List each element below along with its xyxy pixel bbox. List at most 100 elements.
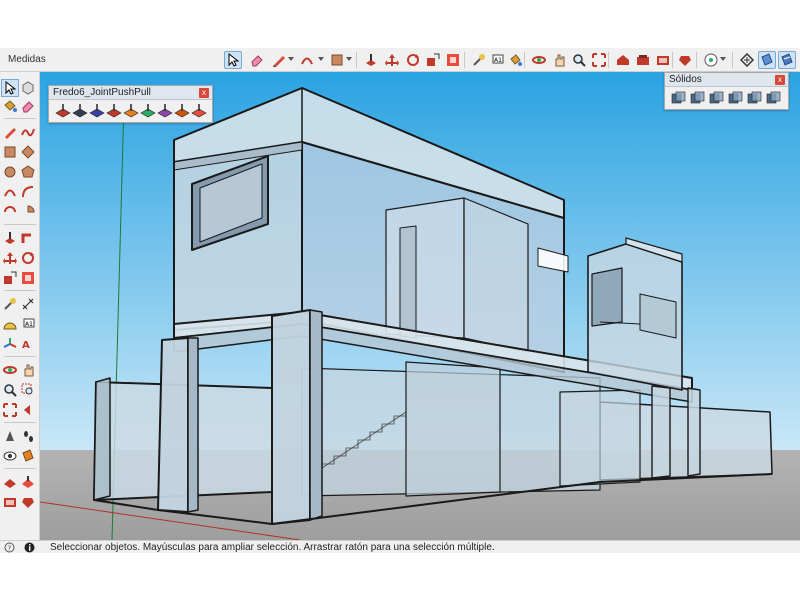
text-icon[interactable]: A1 — [20, 316, 36, 332]
measurements-label: Medidas — [8, 54, 46, 65]
trim-icon[interactable] — [747, 90, 763, 106]
polygon-icon[interactable] — [20, 164, 36, 180]
status-bar: ? Seleccionar objetos. Mayúsculas para a… — [0, 540, 800, 553]
extension-manager-icon[interactable] — [634, 51, 652, 69]
scale-icon[interactable] — [2, 270, 18, 286]
outer-shell-icon[interactable] — [671, 90, 687, 106]
close-icon[interactable]: x — [199, 88, 209, 98]
sandbox-a-icon[interactable] — [2, 474, 18, 490]
push-pull-icon[interactable] — [2, 230, 18, 246]
previous-view-icon[interactable] — [20, 402, 36, 418]
line-icon[interactable] — [2, 124, 18, 140]
svg-text:A1: A1 — [494, 57, 502, 64]
jpp-1-icon[interactable] — [72, 103, 88, 119]
push-pull-icon[interactable] — [362, 51, 380, 69]
chevron-down-icon[interactable] — [318, 57, 324, 61]
jpp-4-icon[interactable] — [123, 103, 139, 119]
model-info-icon[interactable] — [676, 51, 694, 69]
left-toolbar: A1 A — [0, 72, 40, 540]
circle-icon[interactable] — [2, 164, 18, 180]
union-icon[interactable] — [709, 90, 725, 106]
intersect-icon[interactable] — [690, 90, 706, 106]
orbit-icon[interactable] — [2, 362, 18, 378]
select-arrow-icon[interactable] — [224, 51, 242, 69]
warehouse-icon[interactable] — [614, 51, 632, 69]
tape-measure-icon[interactable] — [470, 51, 488, 69]
orbit-icon[interactable] — [530, 51, 548, 69]
column-left — [157, 337, 189, 513]
toolbar-buttons — [665, 87, 788, 109]
protractor-icon[interactable] — [2, 316, 18, 332]
rectangle-icon[interactable] — [328, 51, 346, 69]
toolbar-buttons — [49, 100, 212, 122]
axes-icon[interactable] — [2, 336, 18, 352]
rectangle-icon[interactable] — [2, 144, 18, 160]
zoom-extents-icon[interactable] — [590, 51, 608, 69]
jpp-2-icon[interactable] — [89, 103, 105, 119]
rotate-icon[interactable] — [404, 51, 422, 69]
zoom-icon[interactable] — [570, 51, 588, 69]
zoom-window-icon[interactable] — [20, 382, 36, 398]
layout-icon[interactable] — [654, 51, 672, 69]
chevron-down-icon[interactable] — [720, 57, 726, 61]
section-plane-icon[interactable] — [20, 448, 36, 464]
paint-bucket-icon[interactable] — [506, 51, 524, 69]
move-icon[interactable] — [2, 250, 18, 266]
freehand-icon[interactable] — [20, 124, 36, 140]
subtract-icon[interactable] — [728, 90, 744, 106]
section-plane-icon[interactable] — [758, 51, 776, 69]
chevron-down-icon[interactable] — [346, 57, 352, 61]
toolbar-titlebar[interactable]: Sólidos x — [665, 73, 788, 87]
offset-icon[interactable] — [444, 51, 462, 69]
tape-measure-icon[interactable] — [2, 296, 18, 312]
select-icon[interactable] — [1, 79, 19, 97]
zoom-extents-icon[interactable] — [2, 402, 18, 418]
jpp-5-icon[interactable] — [140, 103, 156, 119]
arc-3-icon[interactable] — [2, 204, 18, 220]
sketchup-window: Medidas A1 A1 A Fredo6_JointPushPull x S… — [0, 0, 800, 600]
main-toolbar: Medidas A1 — [0, 48, 800, 72]
dimension-icon[interactable] — [20, 296, 36, 312]
jpp-7-icon[interactable] — [174, 103, 190, 119]
paint-icon[interactable] — [2, 98, 18, 114]
position-camera-icon[interactable] — [2, 428, 18, 444]
pencil-line-icon[interactable] — [270, 51, 288, 69]
eraser-icon[interactable] — [20, 98, 36, 114]
extension-b-icon[interactable] — [20, 494, 36, 510]
arc-icon[interactable] — [2, 184, 18, 200]
scale-icon[interactable] — [424, 51, 442, 69]
look-around-icon[interactable] — [2, 448, 18, 464]
jpp-joint-icon[interactable] — [55, 103, 71, 119]
3d-text-icon[interactable]: A — [20, 336, 36, 352]
split-icon[interactable] — [766, 90, 782, 106]
geo-location-icon[interactable] — [702, 51, 720, 69]
rotated-rectangle-icon[interactable] — [20, 144, 36, 160]
jpp-3-icon[interactable] — [106, 103, 122, 119]
toolbar-titlebar[interactable]: Fredo6_JointPushPull x — [49, 86, 212, 100]
component-icon[interactable] — [20, 80, 36, 96]
pan-icon[interactable] — [20, 362, 36, 378]
sandbox-b-icon[interactable] — [20, 474, 36, 490]
section-display-icon[interactable] — [778, 51, 796, 69]
follow-me-icon[interactable] — [20, 230, 36, 246]
extension-a-icon[interactable] — [2, 494, 18, 510]
solid-tools-icon[interactable] — [738, 51, 756, 69]
rotate-icon[interactable] — [20, 250, 36, 266]
arc-2-icon[interactable] — [20, 184, 36, 200]
chevron-down-icon[interactable] — [288, 57, 294, 61]
pan-icon[interactable] — [550, 51, 568, 69]
text-label-icon[interactable]: A1 — [488, 51, 506, 69]
eraser-icon[interactable] — [248, 51, 266, 69]
toolbar-title: Sólidos — [669, 74, 702, 85]
jpp-8-icon[interactable] — [191, 103, 207, 119]
model-viewport[interactable] — [40, 72, 800, 540]
arc-icon[interactable] — [298, 51, 316, 69]
fredo6-jointpushpull-toolbar: Fredo6_JointPushPull x — [48, 85, 213, 123]
zoom-icon[interactable] — [2, 382, 18, 398]
offset-icon[interactable] — [20, 270, 36, 286]
pie-icon[interactable] — [20, 204, 36, 220]
move-icon[interactable] — [383, 51, 401, 69]
close-icon[interactable]: x — [775, 75, 785, 85]
jpp-6-icon[interactable] — [157, 103, 173, 119]
walk-icon[interactable] — [20, 428, 36, 444]
